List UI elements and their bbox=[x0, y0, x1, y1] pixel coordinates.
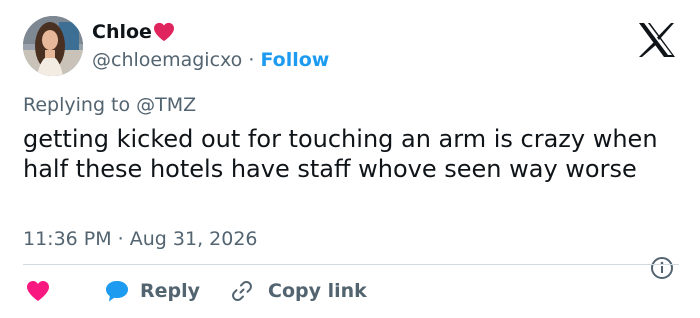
divider bbox=[23, 264, 679, 265]
author-handle-row: @chloemagicxo · Follow bbox=[92, 47, 329, 73]
reply-button[interactable]: Reply bbox=[104, 279, 200, 303]
info-icon[interactable] bbox=[650, 256, 674, 280]
x-logo-icon[interactable] bbox=[637, 22, 677, 58]
tweet-timestamp[interactable]: 11:36 PM · Aug 31, 2026 bbox=[23, 226, 258, 252]
replying-to-prefix: Replying to bbox=[23, 94, 137, 116]
avatar-image bbox=[23, 16, 83, 76]
tweet-text: getting kicked out for touching an arm i… bbox=[23, 125, 658, 183]
speech-bubble-icon bbox=[104, 279, 130, 303]
copy-link-button[interactable]: Copy link bbox=[230, 279, 367, 303]
author-display-name[interactable]: Chloe bbox=[92, 21, 152, 43]
avatar[interactable] bbox=[23, 16, 83, 76]
link-icon bbox=[230, 279, 254, 303]
reply-label: Reply bbox=[140, 280, 201, 302]
like-button[interactable] bbox=[26, 280, 50, 302]
handle-separator: · bbox=[242, 49, 261, 71]
replying-to-mention[interactable]: @TMZ bbox=[136, 94, 196, 116]
tweet-actions: Reply Copy link bbox=[23, 277, 367, 305]
heart-icon bbox=[26, 280, 50, 302]
copy-link-label: Copy link bbox=[268, 280, 367, 302]
follow-button[interactable]: Follow bbox=[260, 49, 329, 71]
replying-to: Replying to @TMZ bbox=[23, 92, 196, 118]
author-handle[interactable]: @chloemagicxo bbox=[92, 49, 242, 71]
author-name-row: Chloe bbox=[92, 19, 175, 45]
red-heart-icon bbox=[153, 22, 175, 42]
